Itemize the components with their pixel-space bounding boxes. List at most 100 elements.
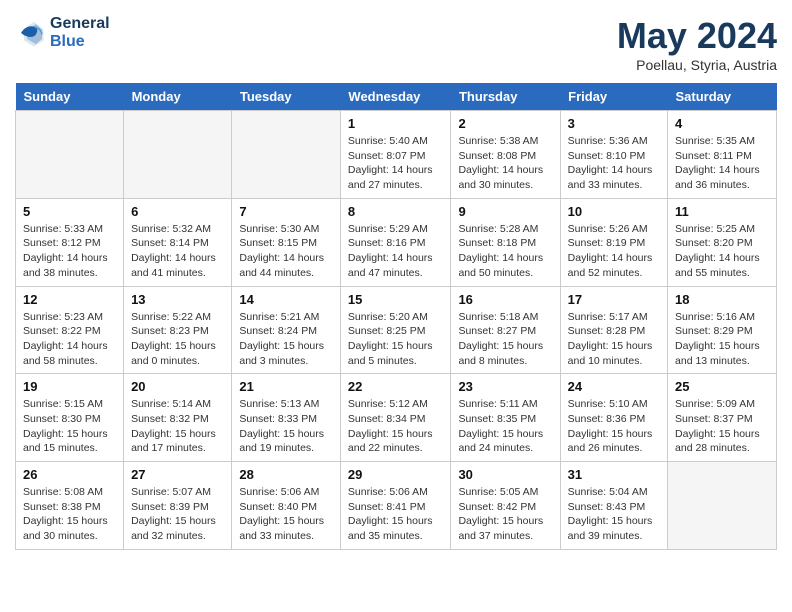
calendar-cell [124,111,232,199]
calendar-cell: 20 Sunrise: 5:14 AMSunset: 8:32 PMDayligh… [124,374,232,462]
calendar-cell: 7Sunrise: 5:30 AMSunset: 8:15 PMDaylight… [232,198,341,286]
title-section: May 2024 Poellau, Styria, Austria [617,15,777,73]
calendar-cell [232,111,341,199]
calendar-cell: 10 Sunrise: 5:26 AMSunset: 8:19 PMDayligh… [560,198,667,286]
day-number: 11 [675,204,769,219]
day-number: 9 [458,204,552,219]
day-number: 14 [239,292,333,307]
calendar-cell: 3 Sunrise: 5:36 AMSunset: 8:10 PMDaylight… [560,111,667,199]
day-number: 17 [568,292,660,307]
day-number: 25 [675,379,769,394]
day-info: Sunrise: 5:11 AMSunset: 8:35 PMDaylight:… [458,397,552,456]
day-info: Sunrise: 5:06 AMSunset: 8:40 PMDaylight:… [239,485,333,544]
day-info: Sunrise: 5:14 AMSunset: 8:32 PMDaylight:… [131,397,224,456]
calendar-week-5: 26 Sunrise: 5:08 AMSunset: 8:38 PMDayligh… [16,462,777,550]
calendar-cell: 8 Sunrise: 5:29 AMSunset: 8:16 PMDaylight… [340,198,451,286]
day-info: Sunrise: 5:26 AMSunset: 8:19 PMDaylight:… [568,222,660,281]
day-info: Sunrise: 5:08 AMSunset: 8:38 PMDaylight:… [23,485,116,544]
calendar-cell: 16Sunrise: 5:18 AMSunset: 8:27 PMDayligh… [451,286,560,374]
column-header-tuesday: Tuesday [232,83,341,111]
calendar-cell: 11 Sunrise: 5:25 AMSunset: 8:20 PMDayligh… [668,198,777,286]
day-number: 12 [23,292,116,307]
day-info: Sunrise: 5:05 AMSunset: 8:42 PMDaylight:… [458,485,552,544]
calendar-cell: 12 Sunrise: 5:23 AMSunset: 8:22 PMDayligh… [16,286,124,374]
calendar-cell: 9 Sunrise: 5:28 AMSunset: 8:18 PMDaylight… [451,198,560,286]
column-header-friday: Friday [560,83,667,111]
day-number: 6 [131,204,224,219]
day-number: 18 [675,292,769,307]
day-info: Sunrise: 5:17 AMSunset: 8:28 PMDaylight:… [568,310,660,369]
day-info: Sunrise: 5:28 AMSunset: 8:18 PMDaylight:… [458,222,552,281]
day-info: Sunrise: 5:15 AMSunset: 8:30 PMDaylight:… [23,397,116,456]
day-number: 2 [458,116,552,131]
day-info: Sunrise: 5:29 AMSunset: 8:16 PMDaylight:… [348,222,444,281]
logo: General Blue [15,15,110,51]
day-info: Sunrise: 5:36 AMSunset: 8:10 PMDaylight:… [568,134,660,193]
column-header-thursday: Thursday [451,83,560,111]
calendar-week-4: 19 Sunrise: 5:15 AMSunset: 8:30 PMDayligh… [16,374,777,462]
calendar-cell [16,111,124,199]
calendar-cell: 31Sunrise: 5:04 AMSunset: 8:43 PMDayligh… [560,462,667,550]
day-number: 7 [239,204,333,219]
day-info: Sunrise: 5:20 AMSunset: 8:25 PMDaylight:… [348,310,444,369]
day-number: 13 [131,292,224,307]
calendar-cell: 4 Sunrise: 5:35 AMSunset: 8:11 PMDaylight… [668,111,777,199]
calendar-cell: 28 Sunrise: 5:06 AMSunset: 8:40 PMDayligh… [232,462,341,550]
calendar-cell: 27Sunrise: 5:07 AMSunset: 8:39 PMDayligh… [124,462,232,550]
day-info: Sunrise: 5:35 AMSunset: 8:11 PMDaylight:… [675,134,769,193]
day-number: 1 [348,116,444,131]
column-header-saturday: Saturday [668,83,777,111]
calendar-cell: 23 Sunrise: 5:11 AMSunset: 8:35 PMDayligh… [451,374,560,462]
day-info: Sunrise: 5:13 AMSunset: 8:33 PMDaylight:… [239,397,333,456]
day-number: 8 [348,204,444,219]
column-header-sunday: Sunday [16,83,124,111]
day-number: 27 [131,467,224,482]
day-number: 21 [239,379,333,394]
day-number: 22 [348,379,444,394]
calendar-cell: 21 Sunrise: 5:13 AMSunset: 8:33 PMDayligh… [232,374,341,462]
page-header: General Blue May 2024 Poellau, Styria, A… [15,15,777,73]
day-info: Sunrise: 5:32 AMSunset: 8:14 PMDaylight:… [131,222,224,281]
day-info: Sunrise: 5:21 AMSunset: 8:24 PMDaylight:… [239,310,333,369]
day-header-row: SundayMondayTuesdayWednesdayThursdayFrid… [16,83,777,111]
calendar-cell: 18 Sunrise: 5:16 AMSunset: 8:29 PMDayligh… [668,286,777,374]
calendar-cell: 26 Sunrise: 5:08 AMSunset: 8:38 PMDayligh… [16,462,124,550]
day-number: 4 [675,116,769,131]
calendar-cell: 14 Sunrise: 5:21 AMSunset: 8:24 PMDayligh… [232,286,341,374]
day-info: Sunrise: 5:10 AMSunset: 8:36 PMDaylight:… [568,397,660,456]
day-number: 30 [458,467,552,482]
day-number: 23 [458,379,552,394]
month-title: May 2024 [617,15,777,57]
calendar-cell: 30 Sunrise: 5:05 AMSunset: 8:42 PMDayligh… [451,462,560,550]
day-info: Sunrise: 5:18 AMSunset: 8:27 PMDaylight:… [458,310,552,369]
day-number: 3 [568,116,660,131]
calendar-cell: 25Sunrise: 5:09 AMSunset: 8:37 PMDayligh… [668,374,777,462]
day-info: Sunrise: 5:25 AMSunset: 8:20 PMDaylight:… [675,222,769,281]
day-number: 5 [23,204,116,219]
day-number: 15 [348,292,444,307]
calendar-cell: 17 Sunrise: 5:17 AMSunset: 8:28 PMDayligh… [560,286,667,374]
day-number: 10 [568,204,660,219]
calendar-table: SundayMondayTuesdayWednesdayThursdayFrid… [15,83,777,550]
calendar-cell: 13 Sunrise: 5:22 AMSunset: 8:23 PMDayligh… [124,286,232,374]
day-number: 24 [568,379,660,394]
day-info: Sunrise: 5:38 AMSunset: 8:08 PMDaylight:… [458,134,552,193]
day-info: Sunrise: 5:22 AMSunset: 8:23 PMDaylight:… [131,310,224,369]
day-number: 26 [23,467,116,482]
day-number: 20 [131,379,224,394]
day-info: Sunrise: 5:23 AMSunset: 8:22 PMDaylight:… [23,310,116,369]
day-number: 31 [568,467,660,482]
day-info: Sunrise: 5:33 AMSunset: 8:12 PMDaylight:… [23,222,116,281]
day-number: 28 [239,467,333,482]
day-number: 19 [23,379,116,394]
calendar-cell: 5 Sunrise: 5:33 AMSunset: 8:12 PMDaylight… [16,198,124,286]
calendar-cell: 15 Sunrise: 5:20 AMSunset: 8:25 PMDayligh… [340,286,451,374]
calendar-week-3: 12 Sunrise: 5:23 AMSunset: 8:22 PMDayligh… [16,286,777,374]
column-header-wednesday: Wednesday [340,83,451,111]
calendar-cell: 2 Sunrise: 5:38 AMSunset: 8:08 PMDaylight… [451,111,560,199]
calendar-week-1: 1Sunrise: 5:40 AMSunset: 8:07 PMDaylight… [16,111,777,199]
logo-icon [15,18,45,48]
calendar-cell: 6 Sunrise: 5:32 AMSunset: 8:14 PMDaylight… [124,198,232,286]
day-info: Sunrise: 5:16 AMSunset: 8:29 PMDaylight:… [675,310,769,369]
calendar-cell: 22Sunrise: 5:12 AMSunset: 8:34 PMDayligh… [340,374,451,462]
